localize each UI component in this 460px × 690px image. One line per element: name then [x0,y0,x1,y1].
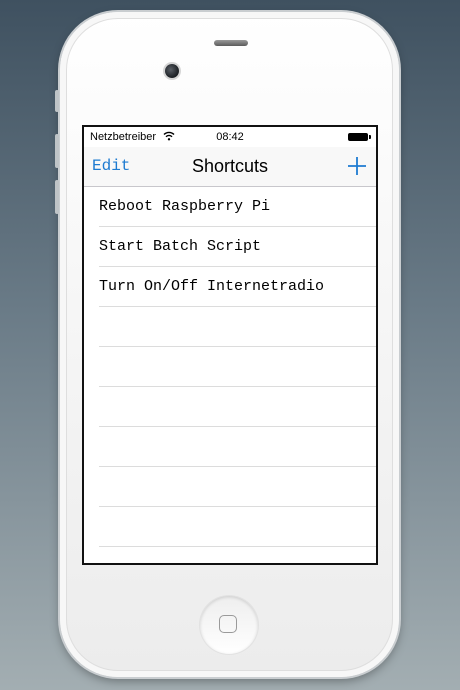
empty-list-row [99,387,376,427]
home-button[interactable] [200,596,258,654]
plus-icon[interactable] [344,153,370,179]
navigation-bar: Edit Shortcuts [84,147,376,187]
battery-icon [348,133,371,141]
empty-list-row [99,427,376,467]
empty-list-row [99,467,376,507]
shortcut-list: Reboot Raspberry Pi Start Batch Script T… [84,187,376,563]
list-item-label: Turn On/Off Internetradio [99,278,325,295]
iphone-device: Netzbetreiber 08:42 Edit Shortcuts Reboo… [55,12,399,677]
list-item[interactable]: Turn On/Off Internetradio [99,267,376,307]
clock-time: 08:42 [216,131,244,143]
list-item[interactable]: Start Batch Script [99,227,376,267]
empty-list-row [99,507,376,547]
empty-list-row [99,347,376,387]
status-bar: Netzbetreiber 08:42 [84,127,376,147]
page-title: Shortcuts [191,156,269,176]
empty-list-row [99,547,376,563]
empty-list-row [99,307,376,347]
volume-up-button [55,134,59,168]
list-item-label: Reboot Raspberry Pi [99,198,271,215]
list-item-label: Start Batch Script [99,238,262,255]
earpiece-speaker [214,40,248,46]
mute-switch [55,90,59,112]
volume-down-button [55,180,59,214]
front-camera [165,64,179,78]
home-square-icon [219,615,237,633]
list-item[interactable]: Reboot Raspberry Pi [99,187,376,227]
phone-screen: Netzbetreiber 08:42 Edit Shortcuts Reboo… [82,125,378,565]
